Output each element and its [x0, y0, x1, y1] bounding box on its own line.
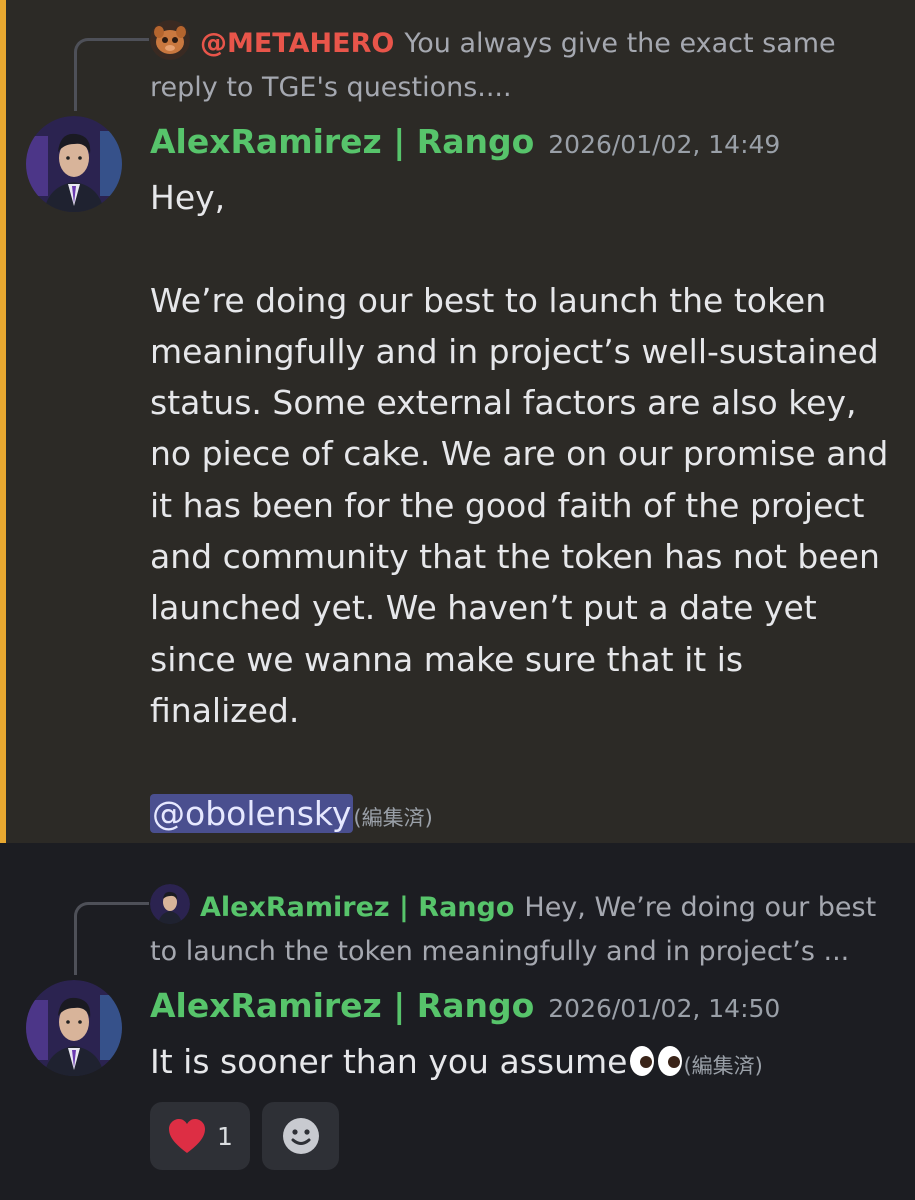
reply-snippet: Hey, We’re doing our best [524, 892, 877, 923]
edited-label: (編集済) [353, 805, 433, 830]
message-highlighted: @METAHERO You always give the exact same r… [0, 0, 915, 843]
message-text: It is sooner than you assume [150, 1042, 628, 1081]
reply-author[interactable]: @METAHERO [200, 28, 394, 59]
message-greeting: Hey, [150, 178, 226, 217]
reply-preview[interactable]: AlexRamirez | Rango Hey, We’re doing our … [150, 884, 885, 974]
message-author[interactable]: AlexRamirez | Rango [150, 986, 534, 1025]
heart-icon [169, 1119, 206, 1153]
message-line: no piece of cake. We are on our promise … [150, 434, 889, 474]
message-line: and community that the token has not bee… [150, 537, 880, 577]
reaction-heart[interactable]: 1 [150, 1102, 250, 1170]
message-line: launched yet. We haven’t put a date yet [150, 588, 817, 628]
reply-author[interactable]: AlexRamirez | Rango [200, 892, 514, 923]
reply-connector [74, 38, 149, 111]
message-line: it has been for the good faith of the pr… [150, 485, 865, 525]
message-author[interactable]: AlexRamirez | Rango [150, 122, 534, 161]
user-avatar[interactable] [26, 980, 122, 1076]
reply-connector [74, 902, 149, 975]
user-mini-avatar-icon[interactable] [150, 884, 190, 924]
message-line: We’re doing our best to launch the token [150, 280, 827, 320]
reply-preview[interactable]: @METAHERO You always give the exact same r… [150, 20, 885, 110]
metahero-avatar-icon[interactable] [150, 20, 190, 60]
message-line: meaningfully and in project’s well-susta… [150, 331, 879, 371]
user-mention[interactable]: @obolensky [150, 793, 354, 833]
message-line: status. Some external factors are also k… [150, 383, 857, 423]
user-avatar[interactable] [26, 116, 122, 212]
message-header: AlexRamirez | Rango 2026/01/02, 14:50 [150, 986, 780, 1025]
message-timestamp: 2026/01/02, 14:49 [548, 130, 781, 159]
add-reaction-icon [282, 1118, 319, 1154]
add-reaction-button[interactable] [262, 1102, 339, 1170]
message-header: AlexRamirez | Rango 2026/01/02, 14:49 [150, 122, 780, 161]
message-line: since we wanna make sure that it is [150, 639, 744, 679]
edited-label: (編集済) [683, 1054, 763, 1078]
message-content: Hey, We’re doing our best to launch the … [150, 172, 895, 844]
message-line: finalized. [150, 690, 300, 730]
eyes-emoji-icon [629, 1040, 683, 1091]
message-content: It is sooner than you assume (編集済) [150, 1036, 895, 1092]
message-timestamp: 2026/01/02, 14:50 [548, 994, 781, 1023]
reaction-count: 1 [217, 1121, 233, 1151]
reply-snippet-continued: to launch the token meaningfully and in … [150, 936, 850, 967]
reply-snippet-continued: reply to TGE's questions.... [150, 72, 512, 103]
mention-highlight-bar [0, 0, 6, 843]
reply-snippet: You always give the exact same [404, 28, 836, 59]
